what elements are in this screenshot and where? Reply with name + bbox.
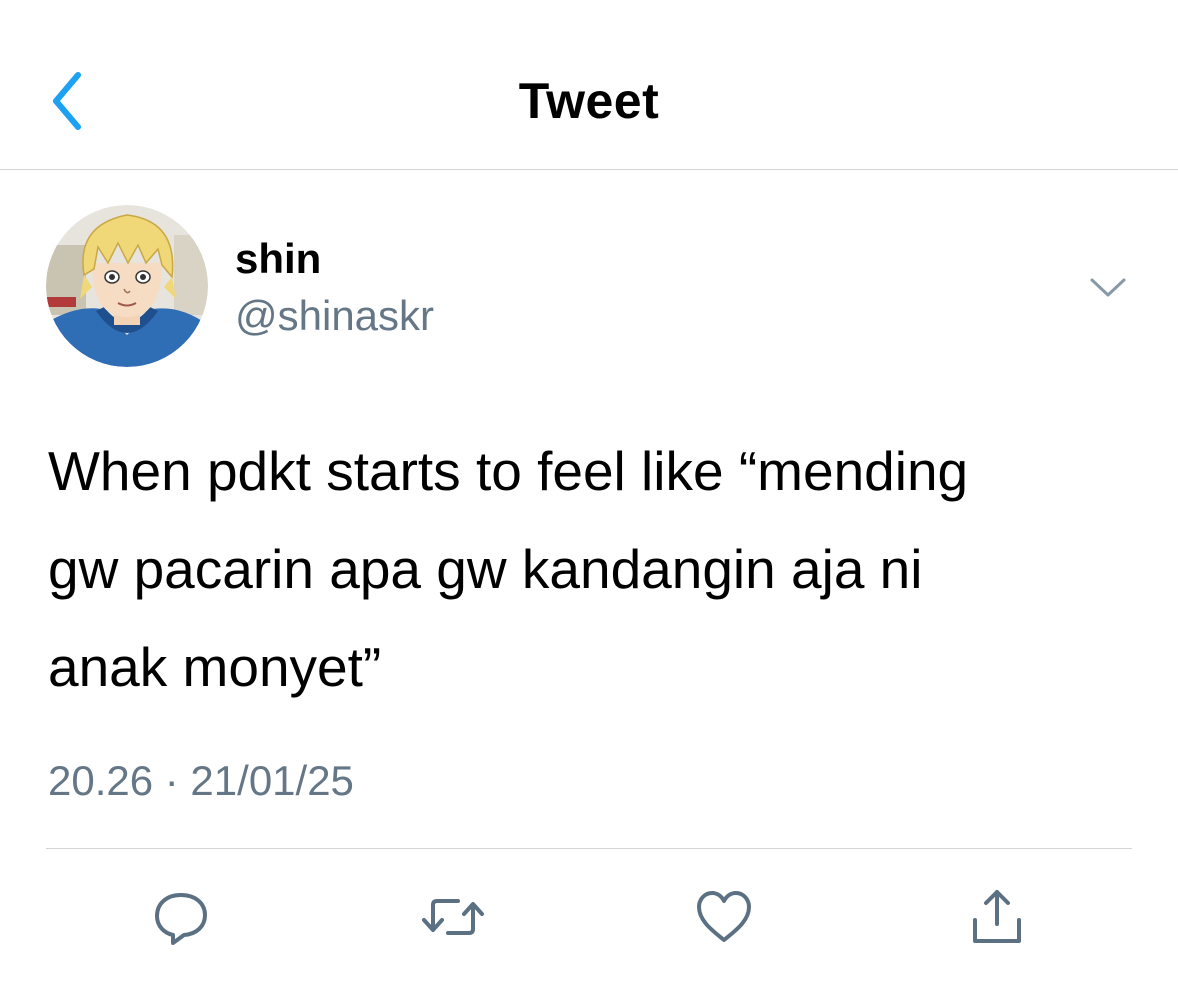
retweet-icon xyxy=(422,899,484,935)
tweet-text-line: anak monyet” xyxy=(48,636,382,698)
share-icon xyxy=(973,890,1021,943)
more-options-button[interactable] xyxy=(1086,266,1130,310)
reply-button[interactable] xyxy=(146,882,216,952)
top-nav-bar: Tweet xyxy=(0,0,1178,170)
tweet-timestamp: 20.26 · 21/01/25 xyxy=(48,757,354,804)
anime-avatar-image xyxy=(46,205,208,367)
tweet-text-line: gw pacarin apa gw kandangin aja ni xyxy=(48,538,923,600)
retweet-button[interactable] xyxy=(418,882,488,952)
share-button[interactable] xyxy=(962,882,1032,952)
tweet-text-line: When pdkt starts to feel like “mending xyxy=(48,440,969,502)
page-title: Tweet xyxy=(518,73,660,129)
avatar[interactable] xyxy=(46,205,208,367)
divider xyxy=(46,848,1132,849)
chevron-down-icon xyxy=(1090,278,1126,297)
tweet-text: When pdkt starts to feel like “mending g… xyxy=(48,422,1138,716)
heart-icon xyxy=(697,891,751,942)
author-display-name[interactable]: shin xyxy=(235,235,321,283)
reply-icon xyxy=(155,893,207,945)
like-button[interactable] xyxy=(689,882,759,952)
author-handle[interactable]: @shinaskr xyxy=(235,292,434,340)
